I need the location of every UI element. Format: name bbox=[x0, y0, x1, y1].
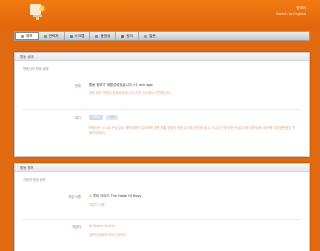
logo-base bbox=[36, 17, 39, 20]
panel-subtitle: 가장의 작업 정보 bbox=[23, 178, 46, 182]
site-logo[interactable] bbox=[30, 4, 46, 20]
pen-icon: ✎ bbox=[89, 224, 92, 228]
panel-title: 활동 상태 bbox=[15, 53, 309, 61]
nav-item-label: 스크랩 bbox=[74, 33, 85, 38]
status-tags-row: 태그 인터넷 기타 활동하는 스스로 관심 분야 재활성화를 유지하며 재활 해… bbox=[23, 115, 301, 145]
site-header: 한국어 Switch to English bbox=[0, 0, 320, 30]
status-current-value: 활동 정보가 재활성되었습니다 <1 min ago 활동 정보 재활성 완료되… bbox=[89, 83, 297, 96]
tag-badge[interactable]: 기타 bbox=[106, 115, 118, 120]
nav-item-info[interactable]: 정보 bbox=[15, 32, 39, 40]
info-author-line: ✎Robert Soutet bbox=[89, 224, 297, 229]
row-divider bbox=[23, 109, 301, 110]
nav-item-label: 정보 bbox=[26, 33, 33, 38]
nav-item-label: 동영상 bbox=[100, 33, 111, 38]
scrap-icon bbox=[69, 34, 73, 38]
status-current-text: 활동 정보가 재활성되었습니다 <1 min ago bbox=[89, 83, 153, 87]
info-panel: 활동 정보 가장의 작업 정보 작업 이름 ✎루비 이야기 The Fable … bbox=[14, 163, 310, 251]
info-work-note: 작업자 이름 bbox=[89, 203, 105, 207]
info-author-note: 참여자(방송국 하나) 참여자 bbox=[89, 233, 126, 237]
main-nav: 정보 연락처 스크랩 동영상 링크 질문 bbox=[14, 31, 310, 41]
status-tags-label: 태그 bbox=[75, 116, 81, 120]
nav-item-contact[interactable]: 연락처 bbox=[39, 32, 65, 40]
tag-badge[interactable]: 인터넷 bbox=[89, 115, 104, 120]
status-tags-note: 활동하는 스스로 관심 분야 재활성화를 유지하며 재활 해결 방법이 적힌 분… bbox=[89, 126, 296, 135]
info-work-row: 작업 이름 ✎루비 이야기 The Fable Of Ruby 작업자 이름 bbox=[23, 194, 301, 216]
author-name[interactable]: Robert Soutet bbox=[93, 224, 115, 228]
info-author-label: 작업자 bbox=[72, 225, 81, 229]
question-icon bbox=[144, 34, 148, 38]
panel-title: 활동 정보 bbox=[15, 164, 309, 172]
logo-sun-icon bbox=[39, 6, 44, 11]
info-author-row: 작업자 ✎Robert Soutet 참여자(방송국 하나) 참여자 bbox=[23, 224, 301, 246]
link-icon bbox=[121, 34, 125, 38]
info-work-label: 작업 이름 bbox=[68, 195, 81, 199]
nav-item-label: 질문 bbox=[149, 33, 156, 38]
contact-icon bbox=[43, 34, 47, 38]
nav-item-label: 링크 bbox=[126, 33, 134, 38]
info-icon bbox=[21, 34, 24, 38]
nav-item-scrap[interactable]: 스크랩 bbox=[65, 32, 91, 40]
work-title-link[interactable]: 루비 이야기 The Fable Of Ruby bbox=[93, 194, 142, 198]
nav-item-label: 연락처 bbox=[48, 33, 59, 38]
nav-item-video[interactable]: 동영상 bbox=[90, 32, 117, 40]
status-current-row: 현재 활동 정보가 재활성되었습니다 <1 min ago 활동 정보 재활성 … bbox=[23, 83, 301, 107]
video-icon bbox=[95, 34, 99, 38]
panel-subtitle: 활동이의 현재 상태 bbox=[23, 67, 49, 71]
pen-icon: ✎ bbox=[89, 194, 92, 198]
status-current-note: 활동 정보 재활성 완료되었습니다 (이력 인수에서 연견합니다) bbox=[89, 91, 171, 95]
info-work-line: ✎루비 이야기 The Fable Of Ruby bbox=[89, 194, 297, 199]
info-work-value: ✎루비 이야기 The Fable Of Ruby 작업자 이름 bbox=[89, 194, 297, 208]
row-divider bbox=[23, 219, 301, 220]
nav-item-link[interactable]: 링크 bbox=[116, 32, 140, 40]
status-current-label: 현재 bbox=[75, 84, 81, 88]
status-tags-value: 인터넷 기타 활동하는 스스로 관심 분야 재활성화를 유지하며 재활 해결 방… bbox=[89, 115, 297, 136]
language-switch-link[interactable]: Switch to English bbox=[276, 12, 306, 16]
nav-item-question[interactable]: 질문 bbox=[139, 32, 161, 40]
status-panel: 활동 상태 활동이의 현재 상태 현재 활동 정보가 재활성되었습니다 <1 m… bbox=[14, 52, 310, 157]
language-current[interactable]: 한국어 bbox=[276, 6, 306, 11]
info-author-value: ✎Robert Soutet 참여자(방송국 하나) 참여자 bbox=[89, 224, 297, 238]
tag-list: 인터넷 기타 bbox=[89, 115, 297, 120]
language-switcher: 한국어 Switch to English bbox=[276, 6, 306, 16]
